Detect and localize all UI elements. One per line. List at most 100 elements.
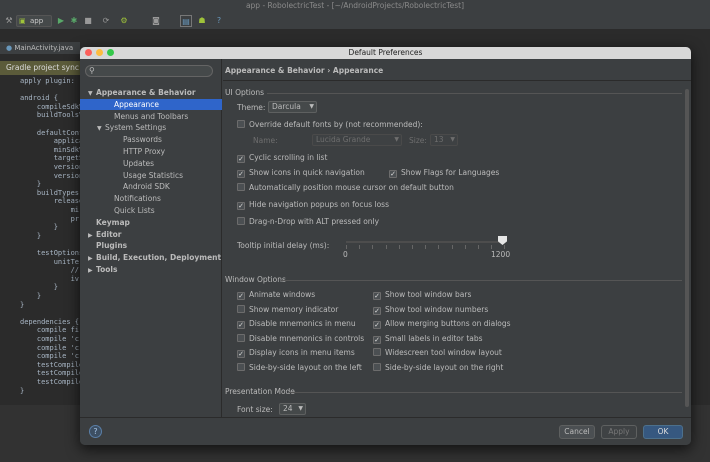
settings-tree-label: Menus and Toolbars bbox=[114, 111, 189, 121]
chevron-right-icon[interactable]: ▶ bbox=[88, 265, 96, 276]
font-size-value: 13 bbox=[434, 135, 444, 144]
override-fonts-checkbox[interactable]: Override default fonts by (not recommend… bbox=[237, 120, 423, 130]
auto-position-mouse-checkbox[interactable]: Automatically position mouse cursor on d… bbox=[237, 183, 454, 193]
settings-tree-item[interactable]: Keymap bbox=[80, 217, 222, 228]
show-icons-quick-nav-checkbox[interactable]: ✓ Show icons in quick navigation bbox=[237, 168, 365, 178]
stop-icon[interactable]: ■ bbox=[82, 15, 94, 27]
presentation-font-size-select[interactable]: 24 ▼ bbox=[279, 403, 306, 415]
window-option-checkbox[interactable]: ✓ Show tool window bars bbox=[373, 290, 471, 300]
settings-tree-item[interactable]: Passwords bbox=[80, 134, 222, 145]
checkbox-box[interactable]: ✓ bbox=[389, 170, 397, 178]
font-size-select[interactable]: 13 ▼ bbox=[430, 134, 458, 146]
avd-icon[interactable]: ◙ bbox=[150, 15, 162, 27]
theme-value: Darcula bbox=[272, 102, 301, 111]
font-name-select[interactable]: Lucida Grande ▼ bbox=[312, 134, 402, 146]
font-name-label: Name: bbox=[253, 136, 278, 145]
ui-options-header: UI Options bbox=[225, 88, 265, 97]
window-option-checkbox[interactable]: Widescreen tool window layout bbox=[373, 348, 502, 358]
editor-tab[interactable]: ● MainActivity.java bbox=[0, 42, 80, 54]
tooltip-delay-slider[interactable] bbox=[346, 241, 504, 243]
chevron-down-icon[interactable]: ▼ bbox=[97, 123, 105, 134]
settings-tree-item[interactable]: Updates bbox=[80, 158, 222, 169]
settings-tree-item[interactable]: ▶ Tools bbox=[80, 264, 222, 275]
sync-icon[interactable]: ⟳ bbox=[100, 15, 112, 27]
checkbox-box[interactable]: ✓ bbox=[237, 321, 245, 330]
checkbox-box[interactable]: ✓ bbox=[237, 170, 245, 178]
ok-button[interactable]: OK bbox=[643, 425, 683, 439]
code-line: apply plugin: bbox=[20, 77, 75, 85]
window-options-header: Window Options bbox=[225, 275, 286, 284]
settings-search-input[interactable]: ⚲ bbox=[85, 65, 213, 77]
checkbox-box[interactable]: ✓ bbox=[373, 335, 381, 344]
theme-select[interactable]: Darcula ▼ bbox=[268, 101, 317, 113]
chevron-right-icon[interactable]: ▶ bbox=[88, 230, 96, 241]
run-config-select[interactable]: ▣ app bbox=[16, 15, 52, 27]
settings-tree-item[interactable]: Menus and Toolbars bbox=[80, 111, 222, 122]
window-option-checkbox[interactable]: Side-by-side layout on the right bbox=[373, 363, 503, 373]
window-option-checkbox[interactable]: Disable mnemonics in controls bbox=[237, 333, 364, 344]
cancel-button[interactable]: Cancel bbox=[559, 425, 595, 439]
settings-tree-label: HTTP Proxy bbox=[123, 147, 166, 156]
settings-tree-item[interactable]: ▼ Appearance & Behavior bbox=[80, 87, 222, 98]
tooltip-delay-slider-knob[interactable] bbox=[498, 236, 507, 245]
window-option-checkbox[interactable]: ✓ Display icons in menu items bbox=[237, 348, 355, 359]
checkbox-box[interactable]: ✓ bbox=[237, 350, 245, 359]
hide-nav-popups-checkbox[interactable]: ✓ Hide navigation popups on focus loss bbox=[237, 200, 389, 210]
settings-tree-item[interactable]: Appearance bbox=[80, 98, 222, 110]
settings-tree-item[interactable]: Notifications bbox=[80, 193, 222, 204]
run-icon[interactable]: ▶ bbox=[55, 15, 67, 27]
hammer-icon[interactable]: ⚒ bbox=[3, 15, 15, 27]
window-option-checkbox[interactable]: Side-by-side layout on the left bbox=[237, 363, 362, 373]
settings-tree-item[interactable]: Android SDK bbox=[80, 181, 222, 192]
settings-tree-item[interactable]: Usage Statistics bbox=[80, 170, 222, 181]
help-button[interactable]: ? bbox=[89, 425, 102, 438]
window-option-checkbox[interactable]: ✓ Animate windows bbox=[237, 290, 315, 300]
checkbox-box[interactable]: ✓ bbox=[373, 306, 381, 315]
window-option-checkbox[interactable]: Show memory indicator bbox=[237, 304, 338, 315]
help-icon[interactable]: ? bbox=[213, 15, 225, 27]
checkbox-box[interactable] bbox=[237, 217, 245, 225]
checkbox-box[interactable] bbox=[373, 348, 381, 357]
dialog-footer: ? Cancel Apply OK bbox=[80, 417, 691, 445]
slider-tick bbox=[398, 245, 400, 249]
slider-tick bbox=[491, 245, 493, 249]
sdk-manager-icon[interactable]: ▤ bbox=[180, 15, 192, 27]
checkbox-box[interactable] bbox=[237, 363, 245, 371]
window-option-checkbox[interactable]: ✓ Small labels in editor tabs bbox=[373, 334, 483, 344]
checkbox-box[interactable] bbox=[373, 363, 381, 371]
window-option-checkbox[interactable]: ✓ Allow merging buttons on dialogs bbox=[373, 319, 511, 330]
checkbox-box[interactable] bbox=[237, 333, 245, 342]
drag-drop-alt-checkbox[interactable]: Drag-n-Drop with ALT pressed only bbox=[237, 217, 379, 227]
device-icon[interactable]: ⚙ bbox=[118, 15, 130, 27]
minimize-window-icon[interactable] bbox=[96, 49, 103, 56]
cyclic-scrolling-checkbox[interactable]: ✓ Cyclic scrolling in list bbox=[237, 153, 327, 163]
settings-tree-item[interactable]: Quick Lists bbox=[80, 205, 222, 216]
settings-tree-item[interactable]: Plugins bbox=[80, 240, 222, 251]
chevron-down-icon[interactable]: ▼ bbox=[88, 88, 96, 99]
code-editor[interactable]: apply plugin: android { compileSdkV build… bbox=[0, 75, 83, 405]
window-option-checkbox[interactable]: ✓ Show tool window numbers bbox=[373, 305, 488, 315]
checkbox-box[interactable]: ✓ bbox=[373, 292, 381, 300]
debug-icon[interactable]: ✱ bbox=[68, 15, 80, 27]
android-monitor-icon[interactable]: ☗ bbox=[196, 15, 208, 27]
apply-button[interactable]: Apply bbox=[601, 425, 637, 439]
checkbox-box[interactable]: ✓ bbox=[237, 292, 245, 300]
chevron-right-icon[interactable]: ▶ bbox=[88, 253, 96, 264]
window-option-checkbox[interactable]: ✓ Disable mnemonics in menu bbox=[237, 319, 356, 330]
slider-tick bbox=[464, 245, 466, 249]
checkbox-box[interactable]: ✓ bbox=[373, 321, 381, 330]
slider-tick bbox=[504, 245, 506, 249]
vertical-scrollbar[interactable] bbox=[685, 89, 689, 407]
settings-tree-item[interactable]: ▶ Editor bbox=[80, 229, 222, 240]
settings-tree-item[interactable]: HTTP Proxy bbox=[80, 146, 222, 157]
checkbox-box[interactable] bbox=[237, 304, 245, 313]
checkbox-box[interactable] bbox=[237, 120, 245, 128]
settings-tree-item[interactable]: ▶ Build, Execution, Deployment bbox=[80, 252, 222, 263]
zoom-window-icon[interactable] bbox=[107, 49, 114, 56]
settings-tree-item[interactable]: ▼ System Settings bbox=[80, 122, 222, 133]
show-flags-languages-checkbox[interactable]: ✓ Show Flags for Languages bbox=[389, 168, 499, 178]
checkbox-box[interactable]: ✓ bbox=[237, 155, 245, 163]
close-window-icon[interactable] bbox=[85, 49, 92, 56]
checkbox-box[interactable]: ✓ bbox=[237, 202, 245, 210]
checkbox-box[interactable] bbox=[237, 183, 245, 191]
